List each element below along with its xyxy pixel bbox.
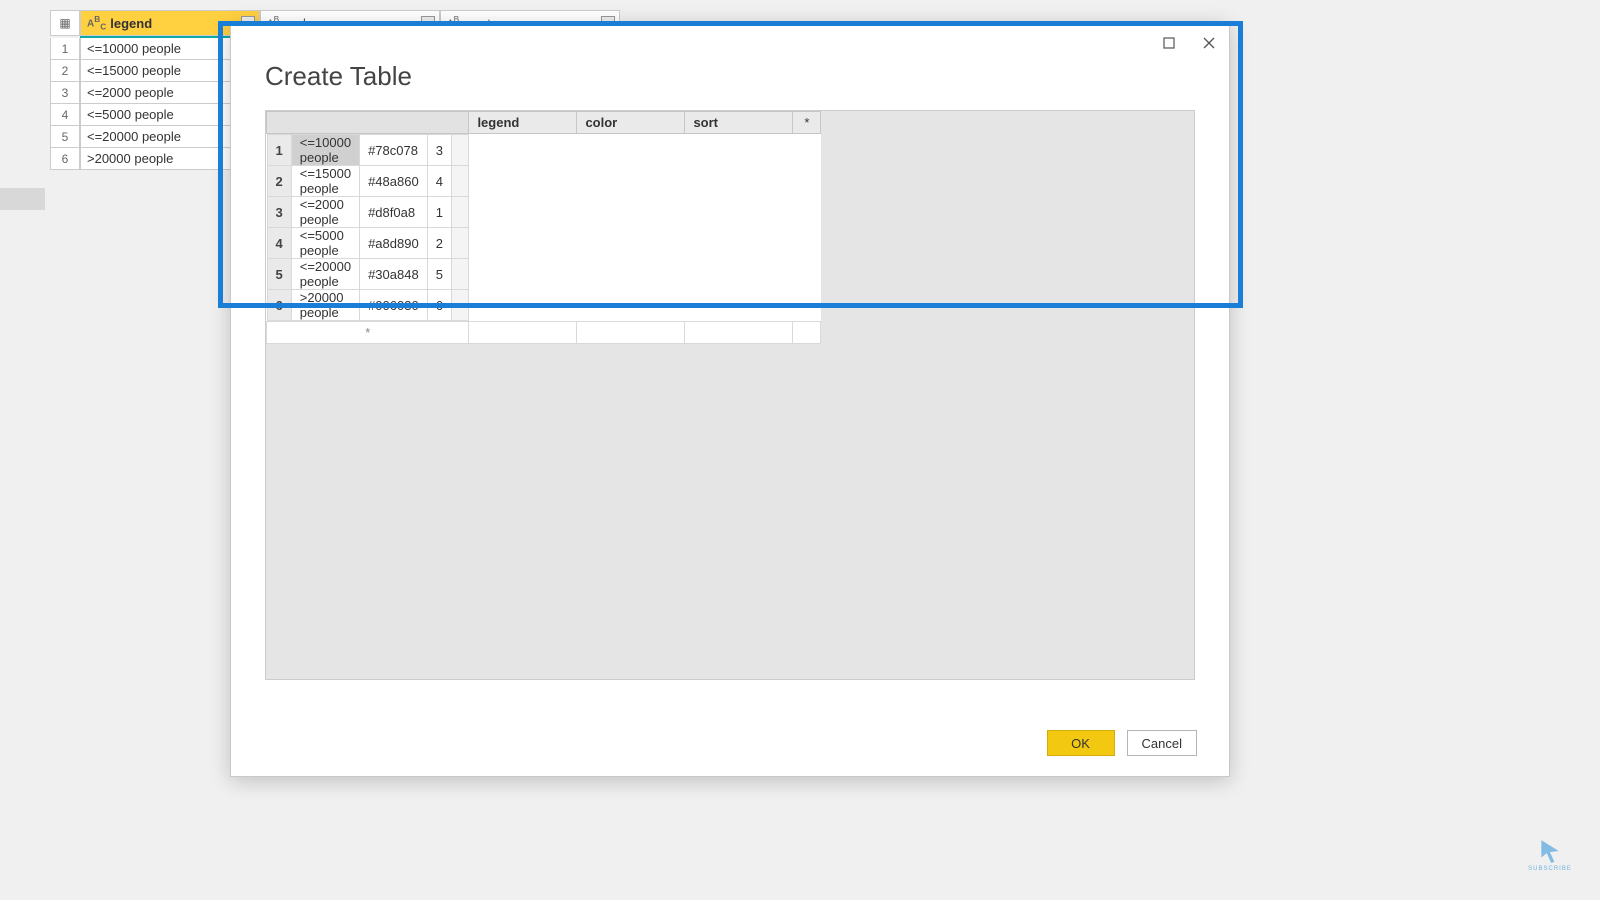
grid-data-row[interactable]: 4<=5000 people#a8d8902 [267,228,468,259]
ok-button[interactable]: OK [1047,730,1115,756]
bg-col-legend-label: legend [110,16,152,31]
grid-cell-color[interactable]: #006030 [360,290,428,321]
grid-cell-legend[interactable]: <=10000 people [291,135,359,166]
bg-row-number: 1 [50,38,80,60]
grid-data-row[interactable]: 3<=2000 people#d8f0a81 [267,197,468,228]
grid-cell-legend[interactable]: >20000 people [291,290,359,321]
create-table-dialog: Create Table legend color sort * 1<=1000… [230,22,1230,777]
grid-cell-star [451,259,468,290]
dialog-title: Create Table [231,61,1229,104]
dialog-button-row: OK Cancel [1047,730,1197,756]
scroll-stub [0,188,45,210]
grid-cell-legend[interactable]: <=2000 people [291,197,359,228]
grid-cell-sort[interactable]: 1 [427,197,451,228]
grid-row-number: 3 [267,197,291,228]
grid-new-cell[interactable] [685,322,793,344]
grid-cell-star [451,135,468,166]
grid-cell-color[interactable]: #48a860 [360,166,428,197]
bg-row-number: 3 [50,82,80,104]
grid-data-row[interactable]: 6>20000 people#0060306 [267,290,468,321]
grid-cell-sort[interactable]: 5 [427,259,451,290]
bg-row-number: 2 [50,60,80,82]
grid-cell-legend[interactable]: <=20000 people [291,259,359,290]
grid-cell-sort[interactable]: 3 [427,135,451,166]
grid-header-sort[interactable]: sort [685,112,793,134]
grid-cell-star [451,197,468,228]
grid-header-legend[interactable]: legend [469,112,577,134]
grid-new-cell[interactable] [469,322,577,344]
grid-cell-color[interactable]: #d8f0a8 [360,197,428,228]
grid-cell-color[interactable]: #a8d890 [360,228,428,259]
grid-header-color[interactable]: color [577,112,685,134]
grid-new-cell[interactable] [577,322,685,344]
grid-new-cell [793,322,821,344]
grid-row-number: 1 [267,135,291,166]
grid-cell-sort[interactable]: 2 [427,228,451,259]
close-button[interactable] [1189,29,1229,57]
grid-header-index [267,112,469,134]
grid-cell-star [451,290,468,321]
grid-data-row[interactable]: 2<=15000 people#48a8604 [267,166,468,197]
grid-cell-legend[interactable]: <=5000 people [291,228,359,259]
grid-cell-star [451,228,468,259]
cancel-button[interactable]: Cancel [1127,730,1197,756]
close-icon [1203,37,1215,49]
dialog-data-grid[interactable]: legend color sort * 1<=10000 people#78c0… [266,111,821,344]
text-type-icon: ABC [87,14,106,31]
grid-row-number: 4 [267,228,291,259]
grid-cell-color[interactable]: #30a848 [360,259,428,290]
watermark-text: SUBSCRIBE [1528,866,1572,872]
grid-header-add-column[interactable]: * [793,112,821,134]
grid-header-row: legend color sort * [267,112,821,134]
grid-data-row[interactable]: 5<=20000 people#30a8485 [267,259,468,290]
cursor-icon [1537,838,1563,864]
dialog-titlebar [231,23,1229,61]
grid-data-row[interactable]: 1<=10000 people#78c0783 [267,135,468,166]
bg-row-number: 5 [50,126,80,148]
table-icon[interactable]: ▦ [50,10,80,36]
grid-cell-sort[interactable]: 6 [427,290,451,321]
grid-cell-star [451,166,468,197]
maximize-button[interactable] [1149,29,1189,57]
maximize-icon [1163,37,1175,49]
grid-row-number: 6 [267,290,291,321]
subscribe-watermark: SUBSCRIBE [1530,835,1570,875]
grid-cell-legend[interactable]: <=15000 people [291,166,359,197]
bg-row-number: 4 [50,104,80,126]
grid-cell-sort[interactable]: 4 [427,166,451,197]
grid-row-number: 2 [267,166,291,197]
bg-row-number: 6 [50,148,80,170]
grid-cell-color[interactable]: #78c078 [360,135,428,166]
grid-row-number: 5 [267,259,291,290]
grid-new-row-marker: * [267,322,469,344]
dialog-grid-area: legend color sort * 1<=10000 people#78c0… [265,110,1195,680]
grid-new-row[interactable]: * [267,322,821,344]
